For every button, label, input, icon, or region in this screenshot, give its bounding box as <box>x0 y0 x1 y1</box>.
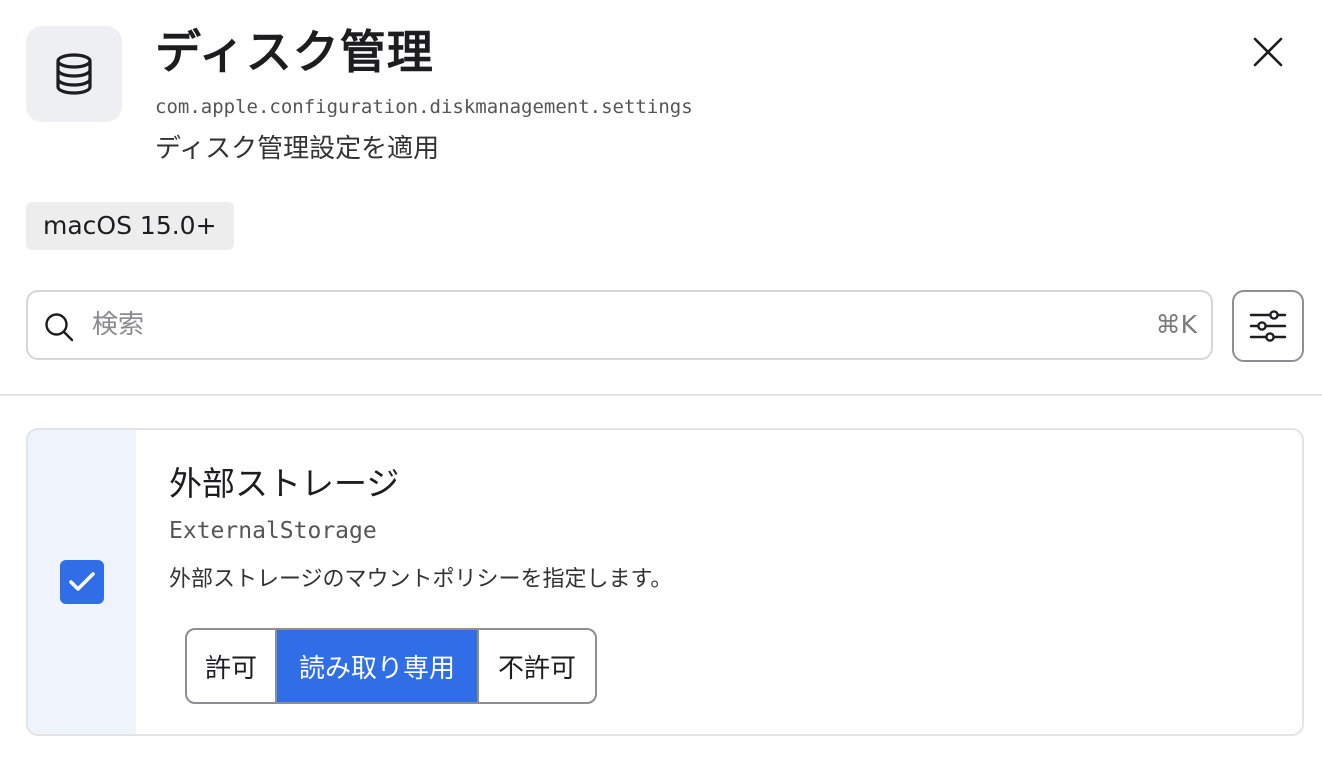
profile-settings-page: ディスク管理 com.apple.configuration.diskmanag… <box>0 0 1322 764</box>
payload-identifier: com.apple.configuration.diskmanagement.s… <box>155 96 693 118</box>
search-input[interactable] <box>92 304 1092 346</box>
setting-key: ExternalStorage <box>169 518 377 544</box>
checkmark-icon <box>69 572 95 591</box>
search-shortcut-hint: ⌘K <box>1155 310 1197 339</box>
setting-enable-checkbox[interactable] <box>60 560 104 604</box>
os-version-badge: macOS 15.0+ <box>26 202 234 250</box>
policy-segmented-control: 許可 読み取り専用 不許可 <box>185 628 597 704</box>
search-field[interactable]: ⌘K <box>26 290 1213 360</box>
page-title: ディスク管理 <box>155 25 434 79</box>
page-subtitle: ディスク管理設定を適用 <box>155 134 440 164</box>
segment-allow[interactable]: 許可 <box>187 630 275 702</box>
segment-read-only[interactable]: 読み取り専用 <box>275 630 477 702</box>
close-button[interactable] <box>1244 28 1292 76</box>
segment-disallow[interactable]: 不許可 <box>477 630 595 702</box>
payload-icon-tile <box>26 26 122 122</box>
section-divider <box>0 394 1322 396</box>
search-icon <box>45 313 74 342</box>
sliders-icon <box>1249 310 1287 342</box>
setting-description: 外部ストレージのマウントポリシーを指定します。 <box>169 567 673 592</box>
setting-card-external-storage: 外部ストレージ ExternalStorage 外部ストレージのマウントポリシー… <box>26 428 1304 736</box>
filter-button[interactable] <box>1232 290 1304 362</box>
setting-title: 外部ストレージ <box>169 464 400 503</box>
database-icon <box>56 53 92 95</box>
close-icon <box>1253 37 1283 67</box>
